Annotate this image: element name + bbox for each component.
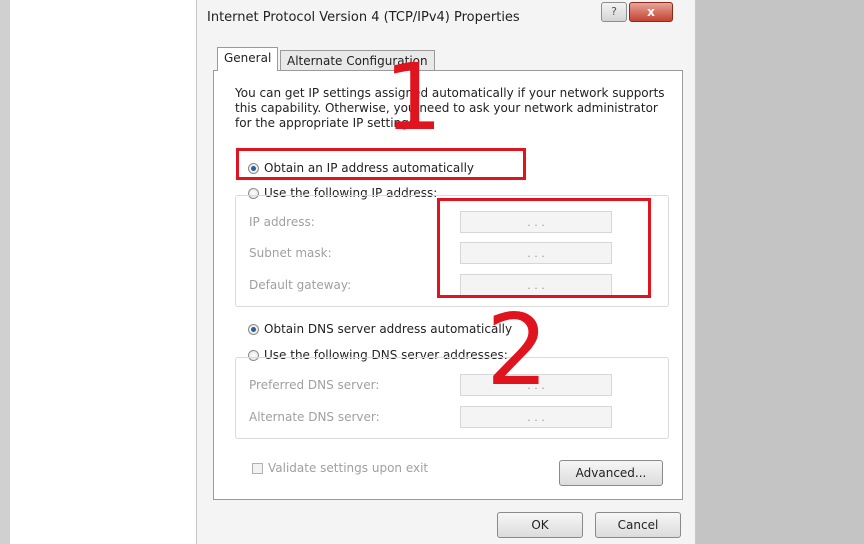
default-gateway-label: Default gateway:	[249, 278, 352, 292]
annotation-number-1: 1	[384, 44, 443, 151]
ok-button[interactable]: OK	[497, 512, 583, 538]
background-right	[694, 0, 864, 544]
preferred-dns-label: Preferred DNS server:	[249, 378, 380, 392]
cancel-button[interactable]: Cancel	[595, 512, 681, 538]
tab-general[interactable]: General	[217, 47, 279, 71]
advanced-button[interactable]: Advanced...	[559, 460, 663, 486]
dialog-title: Internet Protocol Version 4 (TCP/IPv4) P…	[207, 10, 520, 25]
help-button[interactable]: ?	[601, 2, 627, 22]
annotation-highlight-obtain-ip	[236, 148, 526, 180]
obtain-dns-auto-radio[interactable]	[248, 323, 259, 335]
intro-text: You can get IP settings assigned automat…	[235, 86, 665, 130]
validate-settings-option[interactable]: Validate settings upon exit	[252, 461, 428, 475]
validate-settings-checkbox[interactable]	[252, 462, 263, 474]
close-button[interactable]: x	[629, 2, 673, 22]
obtain-dns-auto-option[interactable]: Obtain DNS server address automatically	[248, 322, 512, 336]
annotation-number-2: 2	[486, 294, 549, 408]
annotation-highlight-ip-fields	[437, 198, 651, 298]
alternate-dns-label: Alternate DNS server:	[249, 410, 380, 424]
validate-settings-label: Validate settings upon exit	[268, 461, 429, 475]
obtain-dns-auto-label: Obtain DNS server address automatically	[264, 322, 513, 336]
alternate-dns-field[interactable]: . . .	[460, 406, 612, 428]
subnet-mask-label: Subnet mask:	[249, 246, 332, 260]
ip-address-label: IP address:	[249, 215, 315, 229]
background-left	[0, 0, 10, 544]
